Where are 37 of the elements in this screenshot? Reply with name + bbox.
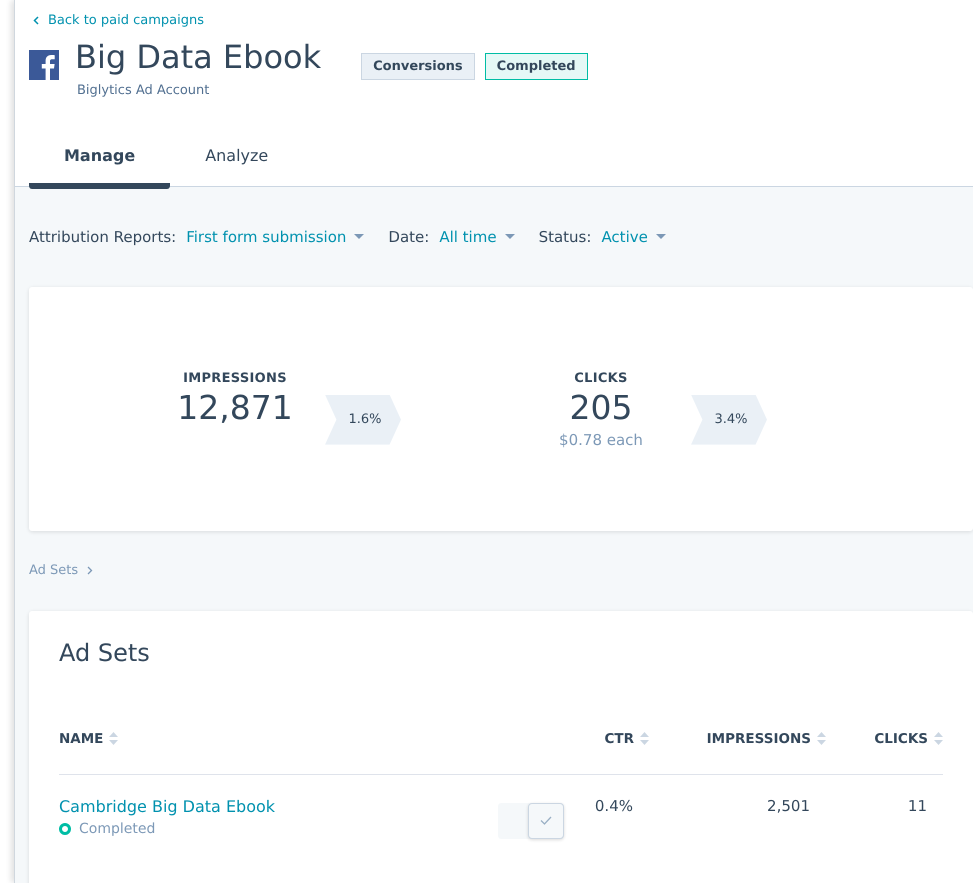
status-tag: Conversions [361, 53, 475, 80]
sort-icon [109, 732, 118, 746]
metric-value: 205 [568, 388, 634, 427]
status-tag: Completed [484, 53, 588, 80]
check-icon [540, 816, 552, 826]
column-header[interactable]: IMPRESSIONS [649, 730, 826, 775]
sort-icon [640, 732, 649, 746]
chevron-right-icon [87, 566, 94, 576]
caret-down-icon [354, 234, 364, 240]
facebook-logo-icon [29, 50, 59, 80]
table-cell-text: 2,501 [766, 796, 811, 815]
table-cell-text: 11 [906, 796, 928, 815]
metric-label: IMPRESSIONS [182, 370, 288, 386]
column-header[interactable]: CLICKS [826, 730, 943, 775]
tab[interactable]: Analyze [170, 146, 304, 189]
ad-set-link[interactable]: Cambridge Big Data Ebook [59, 796, 276, 816]
filter-label: Status: [538, 228, 592, 246]
filter-label: Date: [388, 228, 430, 246]
caret-down-icon [656, 234, 666, 240]
column-header[interactable]: NAME [59, 730, 569, 775]
table-cell-text: 0.4% [594, 796, 634, 815]
campaign-title: Big Data Ebook [75, 37, 322, 78]
back-link[interactable]: Back to paid campaigns [29, 13, 204, 28]
metric-value: 12,871 [176, 388, 294, 427]
section-title: Ad Sets [59, 638, 151, 667]
tab[interactable]: Manage [29, 146, 170, 189]
metric-label: CLICKS [573, 370, 629, 386]
chevron-left-icon [33, 16, 39, 25]
status-text: Completed [79, 820, 156, 837]
caret-down-icon [504, 234, 515, 240]
toggle-switch[interactable] [498, 802, 564, 839]
metric-note: $0.78 each [558, 430, 644, 449]
sort-icon [817, 732, 826, 746]
column-header[interactable]: CTR [569, 730, 649, 775]
account-name: Biglytics Ad Account [77, 82, 210, 98]
filter-label: Attribution Reports: [29, 228, 176, 246]
sort-icon [934, 732, 943, 746]
